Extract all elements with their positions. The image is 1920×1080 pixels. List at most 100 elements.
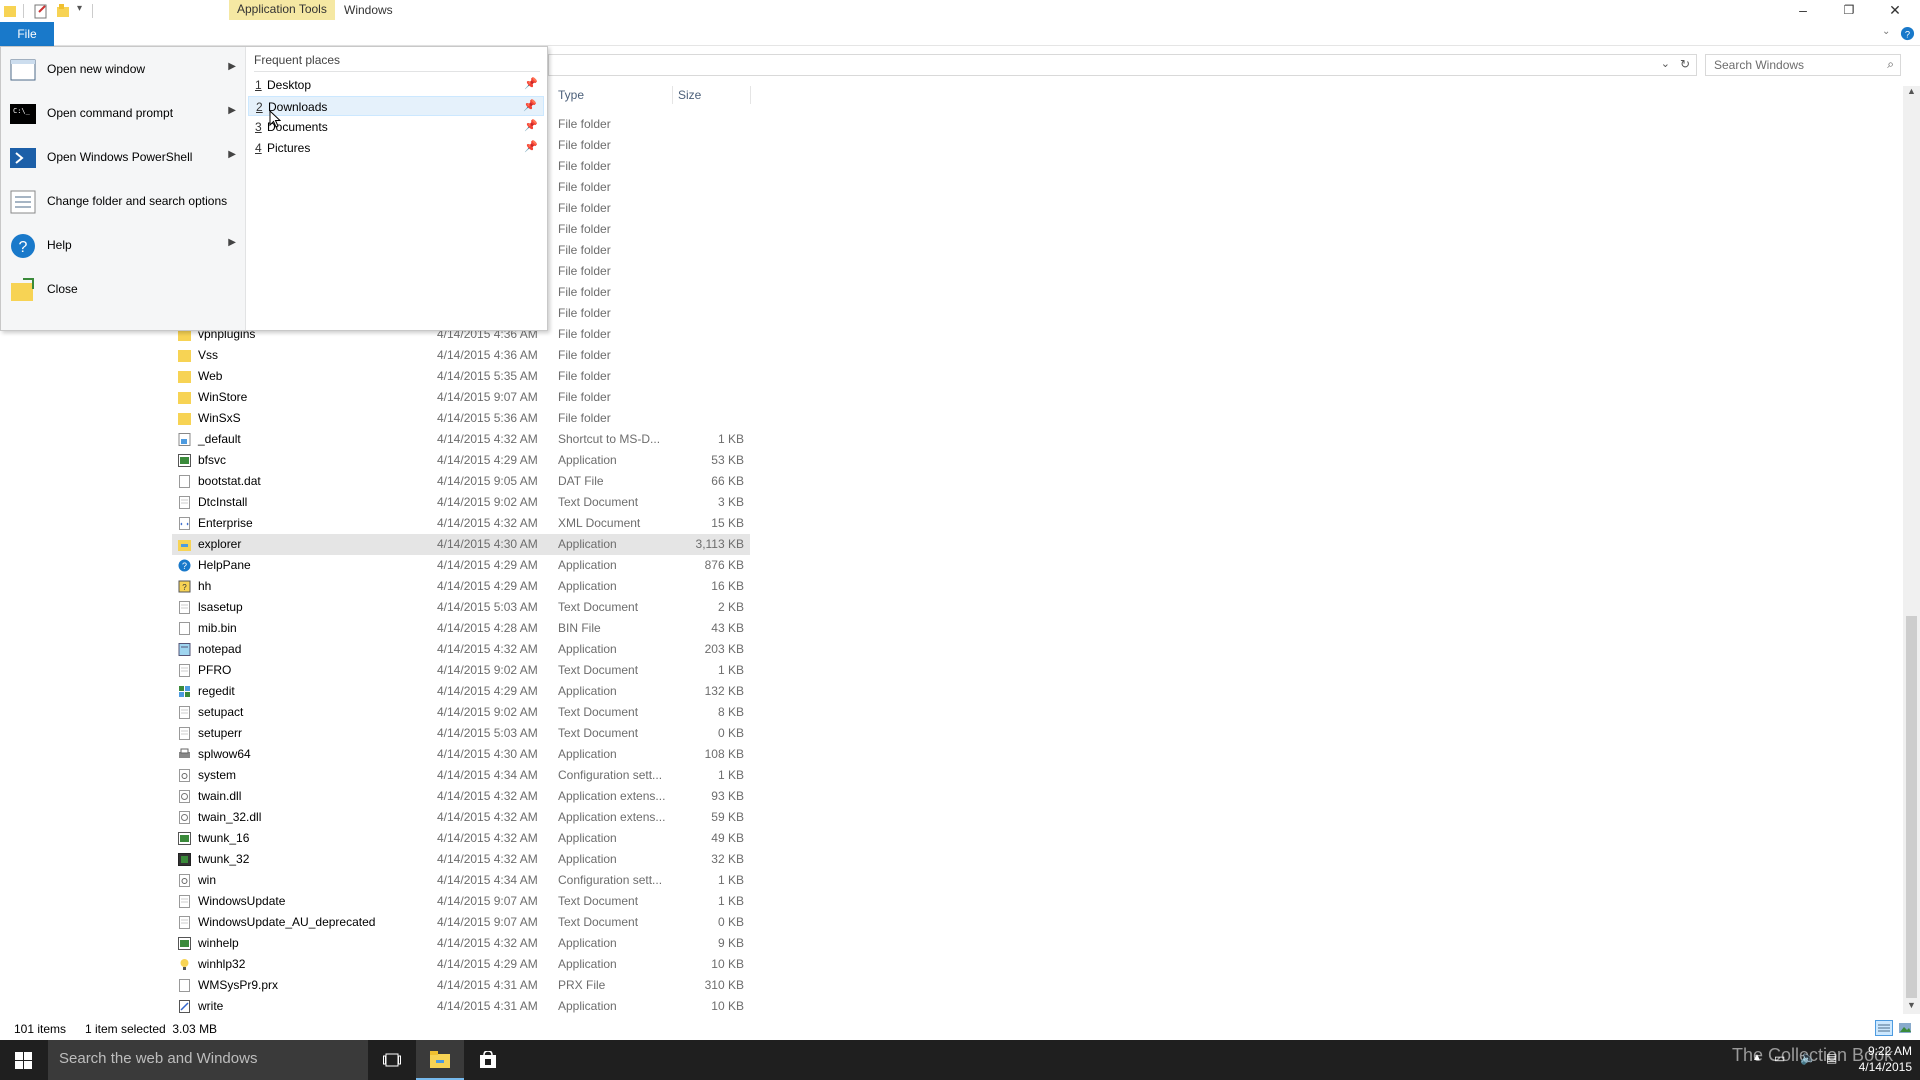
new-folder-icon[interactable] — [55, 3, 71, 19]
minimize-button[interactable]: – — [1780, 0, 1826, 22]
restore-button[interactable]: ❐ — [1826, 0, 1872, 22]
folder-icon — [4, 6, 16, 17]
file-row[interactable]: DtcInstall 4/14/2015 9:02 AM Text Document… — [172, 492, 750, 513]
scroll-down-icon[interactable]: ▼ — [1907, 1000, 1916, 1010]
pin-icon[interactable]: 📌 — [523, 99, 537, 112]
customize-quick-access-icon[interactable]: ▾ — [77, 3, 82, 14]
file-row[interactable]: setuperr 4/14/2015 5:03 AM Text Document 0 … — [172, 723, 750, 744]
file-tab[interactable]: File — [0, 22, 54, 46]
file-row[interactable]: WinStore 4/14/2015 9:07 AM File folder — [172, 387, 750, 408]
file-size: 10 KB — [711, 957, 744, 971]
refresh-icon[interactable]: ↻ — [1680, 57, 1690, 71]
divider — [23, 4, 24, 18]
file-row[interactable]: lsasetup 4/14/2015 5:03 AM Text Document 2 … — [172, 597, 750, 618]
selection-info: 1 item selected 3.03 MB — [85, 1022, 218, 1036]
file-row[interactable]: PFRO 4/14/2015 9:02 AM Text Document 1 KB — [172, 660, 750, 681]
file-row[interactable]: bfsvc 4/14/2015 4:29 AM Application 53 KB — [172, 450, 750, 471]
taskbar-search-box[interactable]: Search the web and Windows — [48, 1040, 368, 1080]
frequent-place-documents[interactable]: 3 Documents 📌 — [248, 117, 544, 137]
file-row[interactable]: ? hh 4/14/2015 4:29 AM Application 16 KB — [172, 576, 750, 597]
xml-icon — [179, 517, 190, 530]
column-divider[interactable] — [750, 86, 751, 104]
file-row[interactable]: WMSysPr9.prx 4/14/2015 4:31 AM PRX File 310… — [172, 975, 750, 996]
file-row[interactable]: Web 4/14/2015 5:35 AM File folder — [172, 366, 750, 387]
file-date-modified: 4/14/2015 5:03 AM — [437, 600, 538, 614]
file-row[interactable]: mib.bin 4/14/2015 4:28 AM BIN File 43 KB — [172, 618, 750, 639]
search-input[interactable]: Search Windows ⌕ — [1705, 54, 1901, 76]
column-header-size[interactable]: Size — [678, 88, 701, 102]
file-row[interactable]: ? HelpPane 4/14/2015 4:29 AM Application 876… — [172, 555, 750, 576]
clock[interactable]: 9:22 AM 4/14/2015 — [1852, 1043, 1912, 1075]
menu-item-close[interactable]: Close — [1, 269, 246, 311]
menu-item-label: Help — [47, 238, 72, 252]
vertical-scrollbar[interactable]: ▲ ▼ — [1903, 86, 1920, 1014]
close-button[interactable]: ✕ — [1872, 0, 1918, 22]
file-row[interactable]: winhelp 4/14/2015 4:32 AM Application 9 KB — [172, 933, 750, 954]
file-row[interactable]: twunk_16 4/14/2015 4:32 AM Application 49 K… — [172, 828, 750, 849]
start-button[interactable] — [0, 1040, 48, 1080]
file-explorer-taskbar-button[interactable] — [416, 1040, 464, 1080]
menu-item-open-command-prompt[interactable]: C:\_ Open command prompt ▶ — [1, 93, 246, 135]
menu-item-change-folder-and-search-options[interactable]: Change folder and search options — [1, 181, 246, 223]
column-header-type[interactable]: Type — [558, 88, 584, 102]
file-row[interactable]: Vss 4/14/2015 4:36 AM File folder — [172, 345, 750, 366]
action-center-icon[interactable]: ▤ — [1826, 1051, 1837, 1065]
frequent-place-number: 4 — [255, 141, 262, 155]
text-icon — [179, 916, 190, 929]
file-size: 16 KB — [711, 579, 744, 593]
frequent-place-desktop[interactable]: 1 Desktop 📌 — [248, 75, 544, 95]
menu-item-open-windows-powershell[interactable]: Open Windows PowerShell ▶ — [1, 137, 246, 179]
file-row[interactable]: twain_32.dll 4/14/2015 4:32 AM Application… — [172, 807, 750, 828]
pin-icon[interactable]: 📌 — [524, 140, 538, 153]
file-row[interactable]: system 4/14/2015 4:34 AM Configuration set… — [172, 765, 750, 786]
column-divider[interactable] — [672, 86, 673, 104]
address-dropdown-icon[interactable]: ⌄ — [1661, 57, 1670, 70]
file-row[interactable]: Enterprise 4/14/2015 4:32 AM XML Document 1… — [172, 513, 750, 534]
file-row[interactable]: twunk_32 4/14/2015 4:32 AM Application 32 K… — [172, 849, 750, 870]
scroll-up-icon[interactable]: ▲ — [1907, 86, 1916, 96]
expand-ribbon-icon[interactable]: ⌄ — [1882, 26, 1890, 37]
large-icons-view-icon[interactable] — [1897, 1020, 1913, 1036]
file-row[interactable]: splwow64 4/14/2015 4:30 AM Application 108 … — [172, 744, 750, 765]
pin-icon[interactable]: 📌 — [524, 119, 538, 132]
pin-icon[interactable]: 📌 — [524, 77, 538, 90]
text-icon — [179, 664, 190, 677]
taskbar: Search the web and Windows The Collectio… — [0, 1040, 1920, 1080]
file-row[interactable]: regedit 4/14/2015 4:29 AM Application 132 K… — [172, 681, 750, 702]
file-row[interactable]: WindowsUpdate 4/14/2015 9:07 AM Text Docum… — [172, 891, 750, 912]
file-row[interactable]: twain.dll 4/14/2015 4:32 AM Application ex… — [172, 786, 750, 807]
file-row[interactable]: _default 4/14/2015 4:32 AM Shortcut to MS-… — [172, 429, 750, 450]
file-row[interactable]: win 4/14/2015 4:34 AM Configuration sett..… — [172, 870, 750, 891]
file-row[interactable]: explorer 4/14/2015 4:30 AM Application 3,11… — [172, 534, 750, 555]
search-icon[interactable]: ⌕ — [1887, 57, 1894, 72]
store-taskbar-button[interactable] — [464, 1040, 512, 1080]
text-icon — [179, 496, 190, 509]
help-icon[interactable]: ? — [1900, 26, 1915, 41]
menu-item-help[interactable]: ? Help ▶ — [1, 225, 246, 267]
file-date-modified: 4/14/2015 4:34 AM — [437, 768, 538, 782]
network-icon[interactable]: ▭ — [1774, 1051, 1785, 1065]
file-row[interactable]: setupact 4/14/2015 9:02 AM Text Document 8 … — [172, 702, 750, 723]
file-row[interactable]: write 4/14/2015 4:31 AM Application 10 KB — [172, 996, 750, 1017]
file-row[interactable]: winhlp32 4/14/2015 4:29 AM Application 10 K… — [172, 954, 750, 975]
contextual-tab-application-tools[interactable]: Application Tools — [229, 0, 335, 20]
address-bar[interactable]: ⌄ ↻ — [548, 54, 1697, 76]
file-row[interactable]: notepad 4/14/2015 4:32 AM Application 203 K… — [172, 639, 750, 660]
menu-item-open-new-window[interactable]: Open new window ▶ — [1, 49, 246, 91]
file-row[interactable]: WindowsUpdate_AU_deprecated 4/14/2015 9:0… — [172, 912, 750, 933]
file-date-modified: 4/14/2015 4:32 AM — [437, 852, 538, 866]
tray-expand-icon[interactable]: ▲ — [1752, 1052, 1762, 1063]
file-date-modified: 4/14/2015 9:07 AM — [437, 915, 538, 929]
file-row[interactable]: bootstat.dat 4/14/2015 9:05 AM DAT File 66 … — [172, 471, 750, 492]
svg-text:?: ? — [1905, 29, 1910, 39]
winhlp-icon — [180, 959, 189, 970]
scrollbar-thumb[interactable] — [1906, 616, 1917, 998]
frequent-place-pictures[interactable]: 4 Pictures 📌 — [248, 138, 544, 158]
file-date-modified: 4/14/2015 4:32 AM — [437, 936, 538, 950]
file-row[interactable]: WinSxS 4/14/2015 5:36 AM File folder — [172, 408, 750, 429]
task-view-button[interactable] — [368, 1040, 416, 1080]
details-view-icon[interactable] — [1875, 1020, 1893, 1036]
properties-icon[interactable] — [33, 3, 49, 19]
volume-icon[interactable]: 🔈 — [1800, 1050, 1816, 1066]
frequent-place-downloads[interactable]: 2 Downloads 📌 — [248, 96, 544, 116]
